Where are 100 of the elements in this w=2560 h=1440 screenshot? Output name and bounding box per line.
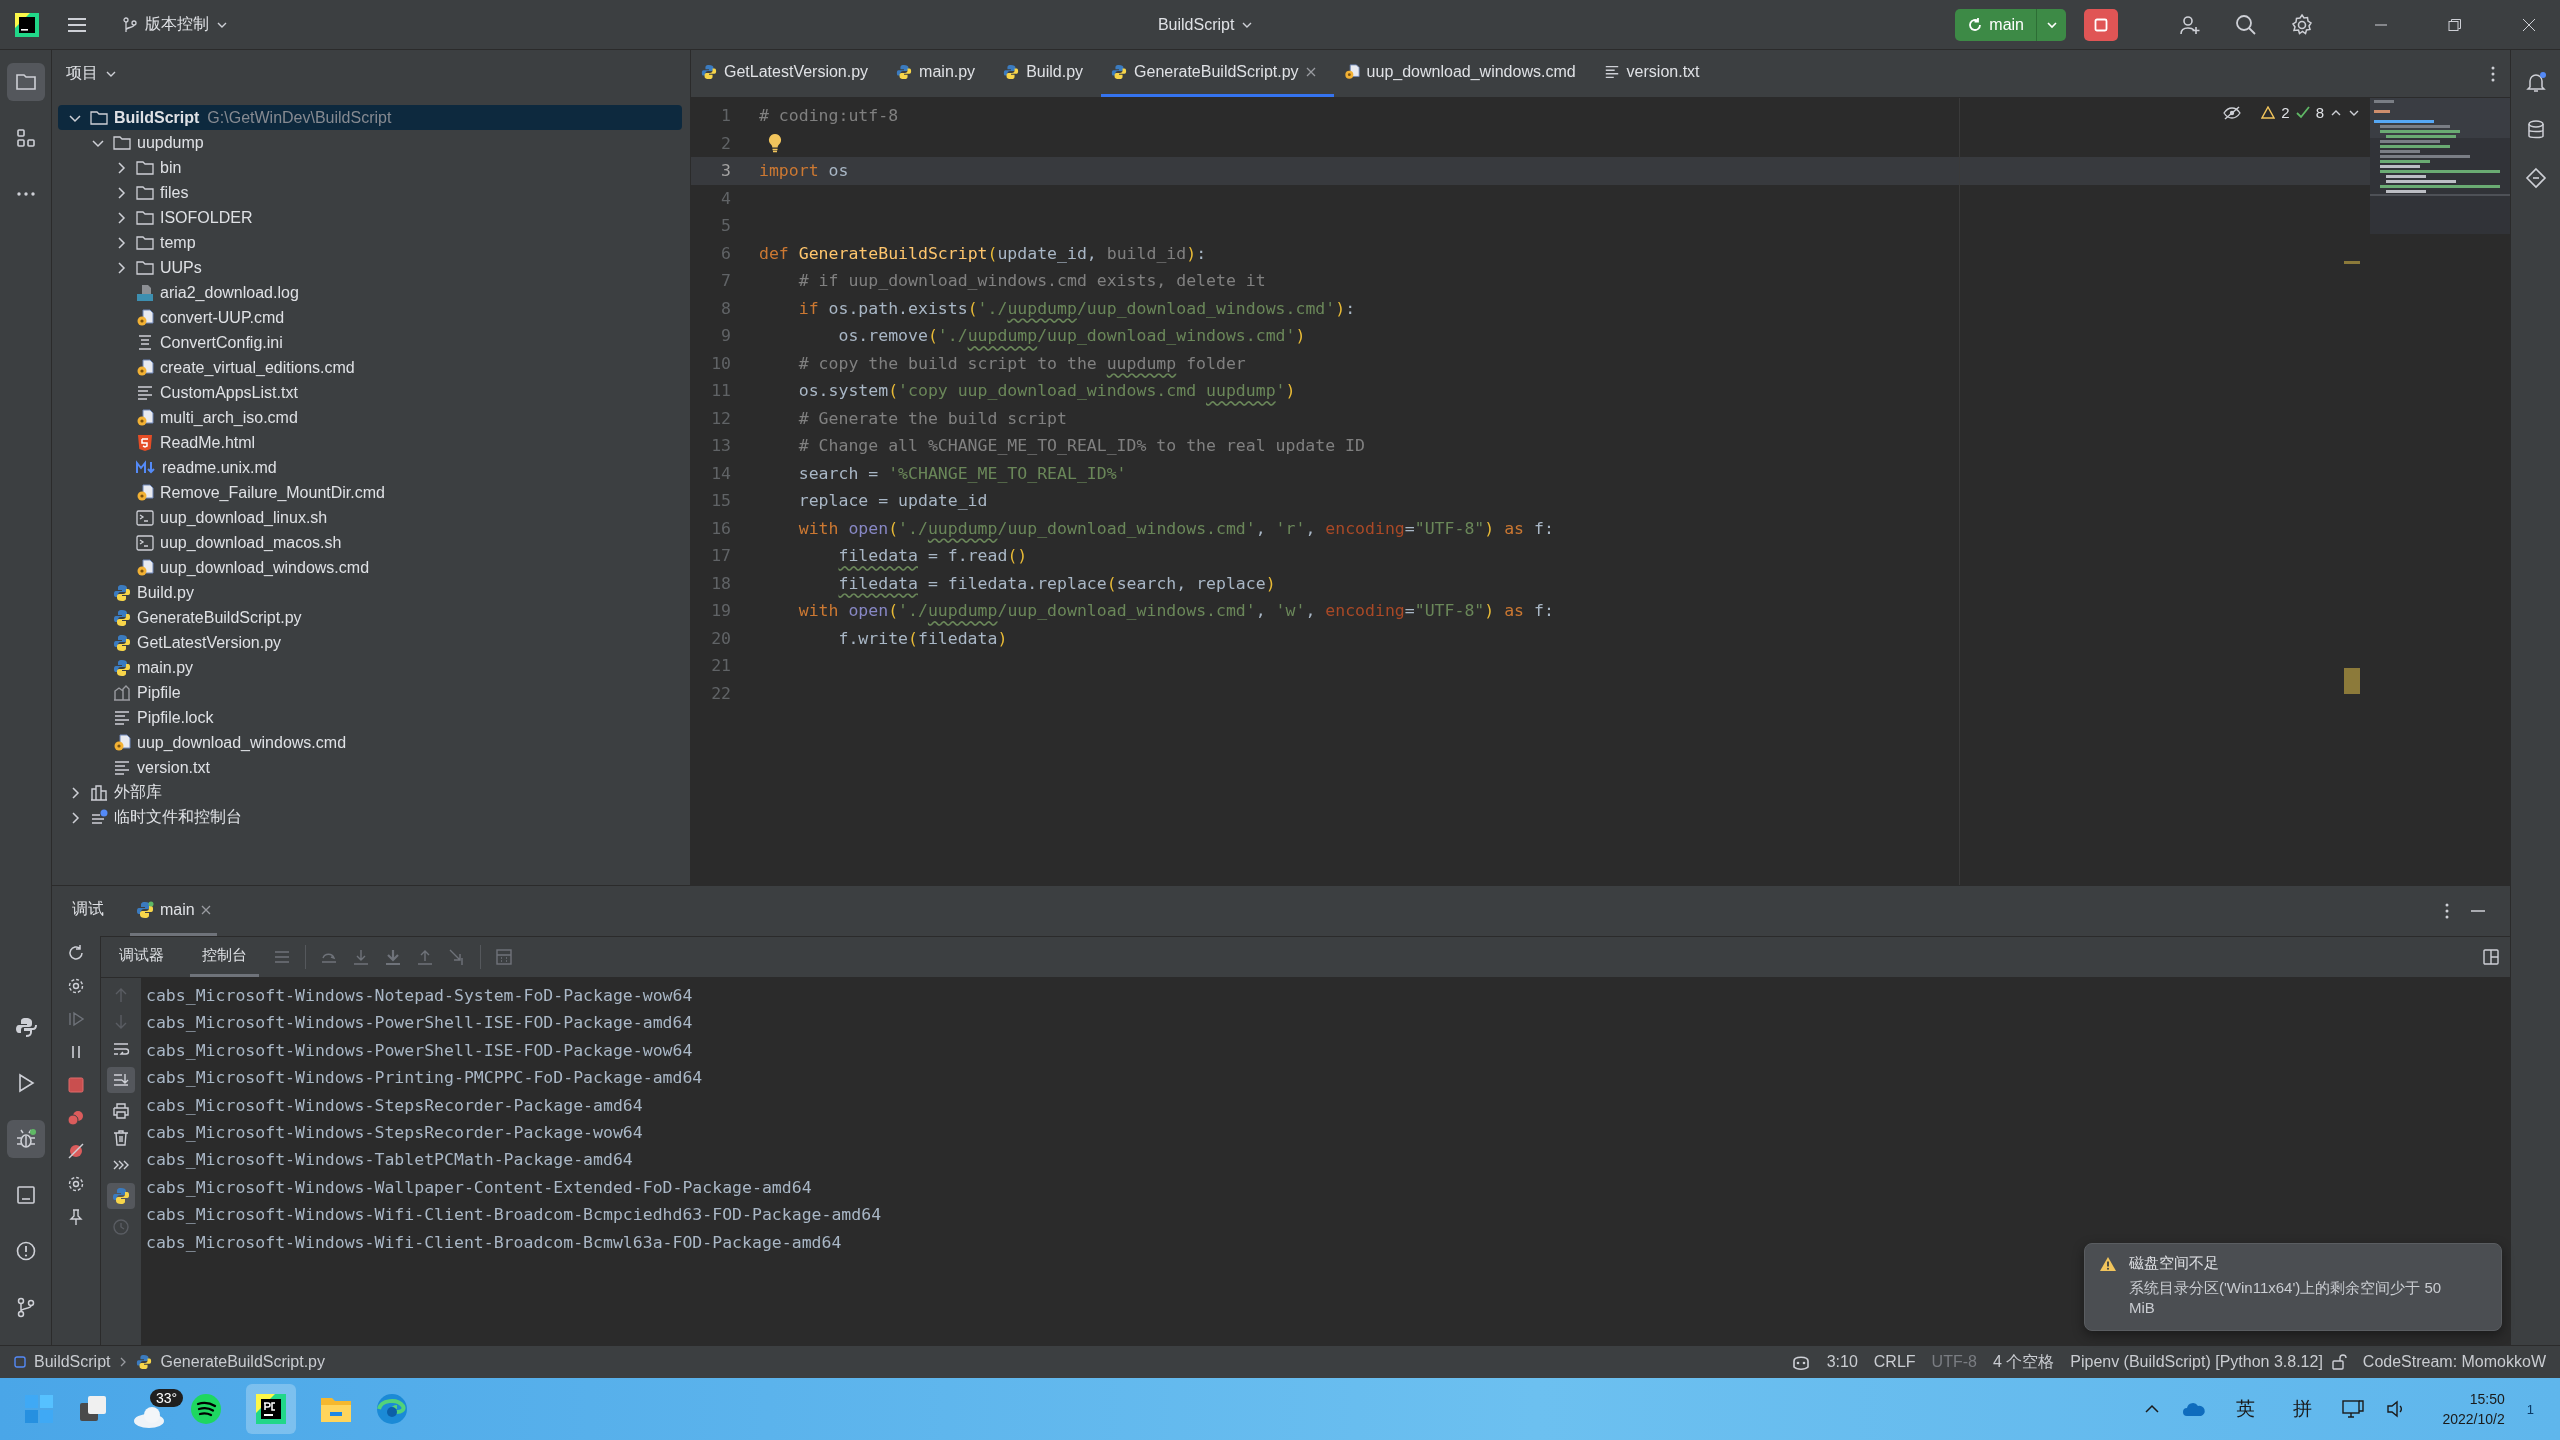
tree-item[interactable]: version.txt [58, 755, 682, 780]
tree-item[interactable]: readme.unix.md [58, 455, 682, 480]
tree-item[interactable]: 外部库 [58, 780, 682, 805]
settings-icon[interactable] [67, 977, 85, 995]
stop-button[interactable] [2084, 8, 2118, 41]
tree-item[interactable]: UUPs [58, 255, 682, 280]
app-logo-icon[interactable] [14, 11, 40, 38]
run-config-button[interactable]: main [1955, 8, 2036, 41]
music-app-icon[interactable] [190, 1393, 222, 1425]
debug-icon[interactable] [6, 1120, 45, 1158]
editor-tab[interactable]: GenerateBuildScript.py [1101, 50, 1334, 97]
search-icon[interactable] [2234, 12, 2258, 37]
tree-item[interactable]: aria2_download.log [58, 280, 682, 305]
clock-time[interactable]: 15:50 [2469, 1391, 2505, 1407]
minimap-drawing[interactable] [2370, 98, 2510, 234]
editor-tab[interactable]: GetLatestVersion.py [691, 50, 887, 97]
tree-item[interactable]: uup_download_windows.cmd [58, 730, 682, 755]
tree-item[interactable]: ISOFOLDER [58, 205, 682, 230]
unlock-icon[interactable] [2330, 1354, 2347, 1370]
print-icon[interactable] [112, 1102, 130, 1120]
trash-icon[interactable] [112, 1129, 130, 1147]
notification-title: 磁盘空间不足 [2129, 1254, 2220, 1273]
editor-tab[interactable]: version.txt [1593, 50, 1718, 97]
start-icon[interactable] [24, 1394, 54, 1424]
clock-date[interactable]: 2022/10/2 [2442, 1411, 2505, 1427]
tree-item[interactable]: BuildScript G:\GetWinDev\BuildScript [58, 105, 682, 130]
tree-item[interactable]: GetLatestVersion.py [58, 630, 682, 655]
tree-item[interactable]: convert-UUP.cmd [58, 305, 682, 330]
tree-item[interactable]: Remove_Failure_MountDir.cmd [58, 480, 682, 505]
minimize-icon[interactable] [2470, 909, 2486, 913]
tree-item[interactable]: uupdump [58, 130, 682, 155]
close-icon[interactable] [1305, 67, 1316, 77]
rerun-icon[interactable] [67, 944, 85, 962]
breadcrumb-item[interactable]: BuildScript [34, 1353, 111, 1371]
chevron-up-icon[interactable] [2144, 1403, 2161, 1415]
debug-tab[interactable]: 调试 [66, 886, 110, 936]
tree-item[interactable]: bin [58, 155, 682, 180]
project-view-dropdown[interactable]: 项目 [58, 59, 125, 88]
debug-subtab[interactable]: 调试器 [107, 937, 176, 977]
close-icon[interactable] [2522, 17, 2536, 32]
inspection-widget[interactable]: 2 8 [2223, 104, 2360, 121]
tree-item[interactable]: ReadMe.html [58, 430, 682, 455]
tree-item[interactable]: ConvertConfig.ini [58, 330, 682, 355]
run-config-dropdown[interactable] [2036, 8, 2066, 41]
soft-wrap-icon[interactable] [112, 1040, 130, 1058]
notification-count[interactable]: 1 [2526, 1401, 2534, 1417]
editor-tab[interactable]: uup_download_windows.cmd [1333, 50, 1594, 97]
tree-item[interactable]: main.py [58, 655, 682, 680]
tree-item[interactable]: 临时文件和控制台 [58, 805, 682, 830]
robot-icon[interactable] [1790, 1353, 1811, 1371]
tree-item[interactable]: CustomAppsList.txt [58, 380, 682, 405]
python-console-icon[interactable] [107, 1183, 135, 1209]
tree-item[interactable]: create_virtual_editions.cmd [58, 355, 682, 380]
lightbulb-icon[interactable] [767, 133, 783, 154]
tree-item[interactable]: Build.py [58, 580, 682, 605]
browser-icon[interactable] [376, 1393, 408, 1425]
tree-item[interactable]: uup_download_windows.cmd [58, 555, 682, 580]
more-icon[interactable] [2490, 64, 2496, 83]
pin-icon[interactable] [67, 1208, 85, 1226]
settings-icon[interactable] [67, 1175, 85, 1193]
package-file-icon [113, 683, 131, 702]
status-item[interactable]: Pipenv (BuildScript) [Python 3.8.12] [2070, 1353, 2323, 1371]
project-folder-icon[interactable] [6, 63, 45, 101]
breakpoints-icon[interactable] [67, 1109, 85, 1127]
project-menu-button[interactable]: BuildScript [1149, 11, 1262, 38]
code-line: with open('./uupdump/uup_download_windows.cmd', 'r', encoding="UTF-8") as f: [797, 517, 1555, 540]
tree-item[interactable]: files [58, 180, 682, 205]
tree-item[interactable]: uup_download_macos.sh [58, 530, 682, 555]
tree-item[interactable]: temp [58, 230, 682, 255]
status-item[interactable]: CRLF [1873, 1353, 1916, 1371]
tree-item[interactable]: Pipfile [58, 680, 682, 705]
network-icon[interactable] [2342, 1399, 2365, 1419]
settings-icon[interactable] [2290, 12, 2314, 37]
eye-slash-icon[interactable] [2223, 105, 2242, 120]
input-language[interactable]: 英 [2236, 1396, 2256, 1422]
vcs-menu-button[interactable]: 版本控制 [114, 10, 236, 39]
tree-item[interactable]: GenerateBuildScript.py [58, 605, 682, 630]
close-icon[interactable] [200, 904, 211, 915]
breadcrumb-item[interactable]: GenerateBuildScript.py [160, 1353, 325, 1371]
task-view-icon[interactable] [78, 1394, 108, 1424]
input-method[interactable]: 拼 [2293, 1396, 2313, 1422]
more-icon[interactable] [2444, 902, 2450, 920]
menu-icon[interactable] [66, 15, 88, 34]
editor-tab[interactable]: Build.py [993, 50, 1102, 97]
editor-tab[interactable]: main.py [886, 50, 994, 97]
status-item[interactable]: 3:10 [1826, 1353, 1858, 1371]
temperature-badge[interactable]: 33° [150, 1389, 184, 1407]
tree-item[interactable]: uup_download_linux.sh [58, 505, 682, 530]
restore-icon[interactable] [2448, 17, 2462, 32]
ide-app-icon[interactable] [246, 1384, 296, 1434]
tree-item[interactable]: multi_arch_iso.cmd [58, 405, 682, 430]
notification-popup[interactable]: 磁盘空间不足 系统目录分区('Win11x64')上的剩余空间少于 50 MiB [2084, 1243, 2502, 1331]
status-item[interactable]: 4 个空格 [1992, 1351, 2055, 1373]
tree-item[interactable]: Pipfile.lock [58, 705, 682, 730]
debug-tab[interactable]: main [130, 886, 217, 936]
mute-breakpoints-icon[interactable] [67, 1142, 85, 1160]
stop-icon[interactable] [67, 1076, 85, 1094]
status-item[interactable]: CodeStream: MomokkoW [2362, 1353, 2546, 1371]
scroll-to-end-icon[interactable] [107, 1067, 135, 1093]
layout-icon[interactable] [2482, 948, 2500, 966]
